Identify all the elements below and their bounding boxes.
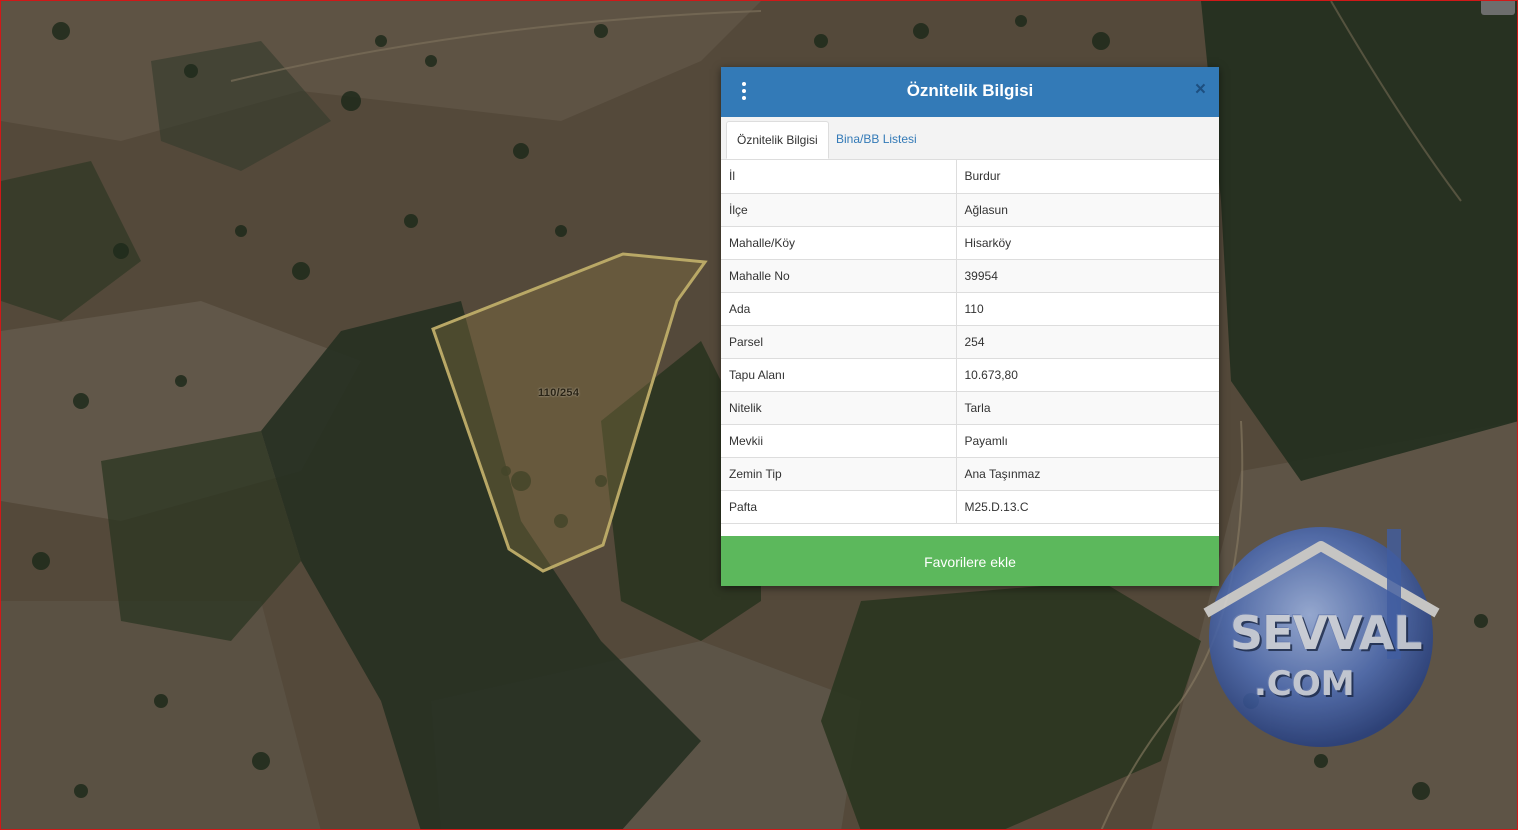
dialog-tabs: Öznitelik Bilgisi Bina/BB Listesi [721,117,1219,160]
parcel-label: 110/254 [538,387,580,399]
table-row: Ada 110 [721,292,1219,326]
row-value: 10.673,80 [956,358,1219,392]
table-row: Parsel 254 [721,325,1219,359]
tab-attribute-info[interactable]: Öznitelik Bilgisi [726,121,829,159]
row-key: Ada [721,292,957,326]
table-row: Mevkii Payamlı [721,424,1219,458]
row-value: 254 [956,325,1219,359]
dialog-title: Öznitelik Bilgisi [906,81,1034,100]
row-value: Tarla [956,391,1219,425]
row-key: İl [721,160,957,194]
dialog-header: Öznitelik Bilgisi × [721,67,1219,117]
attribute-table: İl Burdur İlçe Ağlasun Mahalle/Köy Hisarköy… [721,160,1219,524]
row-key: Mahalle/Köy [721,226,957,260]
row-key: Mevkii [721,424,957,458]
row-key: Parsel [721,325,957,359]
watermark-text-line1: SEVVAL [1230,606,1423,660]
row-key: İlçe [721,193,957,227]
row-key: Mahalle No [721,259,957,293]
row-value: Hisarköy [956,226,1219,260]
watermark-text-line2: .COM [1254,664,1355,704]
close-button[interactable]: × [1195,80,1206,100]
row-value: Ağlasun [956,193,1219,227]
add-to-favorites-button[interactable]: Favorilere ekle [721,536,1219,586]
tab-building-list[interactable]: Bina/BB Listesi [826,121,927,159]
row-key: Tapu Alanı [721,358,957,392]
watermark-logo: SEVVAL .COM [1202,522,1442,752]
table-row: Mahalle No 39954 [721,259,1219,293]
table-row: Nitelik Tarla [721,391,1219,425]
table-row: İlçe Ağlasun [721,193,1219,227]
table-row: Zemin Tip Ana Taşınmaz [721,457,1219,491]
row-key: Pafta [721,490,957,524]
table-row: Pafta M25.D.13.C [721,490,1219,524]
attribute-info-dialog: Öznitelik Bilgisi × Öznitelik Bilgisi Bi… [721,67,1219,586]
table-row: Mahalle/Köy Hisarköy [721,226,1219,260]
row-value: Payamlı [956,424,1219,458]
row-value: Burdur [956,160,1219,194]
row-key: Zemin Tip [721,457,957,491]
row-value: 110 [956,292,1219,326]
table-row: İl Burdur [721,160,1219,194]
table-row: Tapu Alanı 10.673,80 [721,358,1219,392]
row-value: M25.D.13.C [956,490,1219,524]
row-key: Nitelik [721,391,957,425]
row-value: Ana Taşınmaz [956,457,1219,491]
map-corner-control[interactable] [1481,1,1515,15]
row-value: 39954 [956,259,1219,293]
